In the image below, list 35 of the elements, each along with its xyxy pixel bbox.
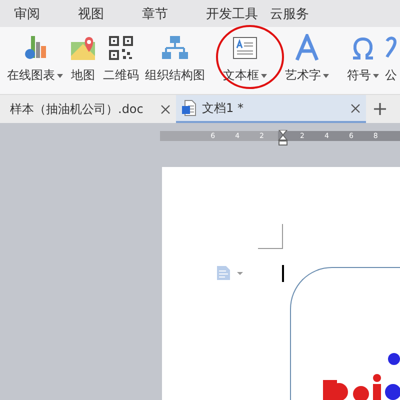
menu-tab[interactable]: 章节: [142, 4, 206, 22]
margin-corner-mark: [258, 224, 283, 249]
menu-tab[interactable]: 审阅: [14, 4, 78, 22]
ribbon-label: 组织结构图: [145, 67, 205, 84]
ribbon-label: 在线图表: [7, 67, 55, 84]
close-icon[interactable]: [161, 104, 170, 114]
ribbon-button[interactable]: 在线图表: [4, 27, 66, 85]
map-pin-icon: [69, 34, 97, 62]
word-art-icon: [294, 34, 320, 62]
new-tab-icon[interactable]: [374, 103, 386, 115]
ribbon-label: 地图: [71, 67, 95, 84]
ribbon-label: 符号: [347, 67, 371, 84]
tab-title: 文档1 *: [202, 100, 244, 116]
tab-title: 样本（抽油机公司）.doc: [10, 100, 144, 118]
document-tab[interactable]: 文档1 *: [176, 95, 366, 123]
ribbon-button[interactable]: 二维码: [100, 27, 142, 85]
ribbon-button[interactable]: 符号: [344, 27, 382, 85]
ribbon-button[interactable]: 艺术字: [282, 27, 332, 85]
menu-tab[interactable]: 视图: [78, 4, 142, 22]
text-box-icon: [232, 34, 258, 62]
ribbon-label: 二维码: [103, 67, 139, 84]
paragraph-icon: [217, 266, 243, 280]
menu-tab[interactable]: 开发工具: [206, 4, 270, 22]
ribbon-button[interactable]: 公: [382, 27, 400, 85]
org-chart-icon: [161, 34, 189, 62]
menu-tab[interactable]: 云服务: [270, 4, 334, 22]
text-cursor: [282, 265, 284, 282]
ribbon-button[interactable]: 组织结构图: [142, 27, 208, 85]
qr-code-icon: [108, 34, 134, 62]
close-icon[interactable]: [351, 104, 360, 112]
ribbon-button[interactable]: 地图: [66, 27, 100, 85]
ribbon-label: 公: [385, 67, 397, 84]
indent-marker-icon[interactable]: [278, 130, 288, 146]
ribbon-label: 艺术字: [285, 67, 321, 84]
ribbon-label: 文本框: [223, 67, 259, 84]
